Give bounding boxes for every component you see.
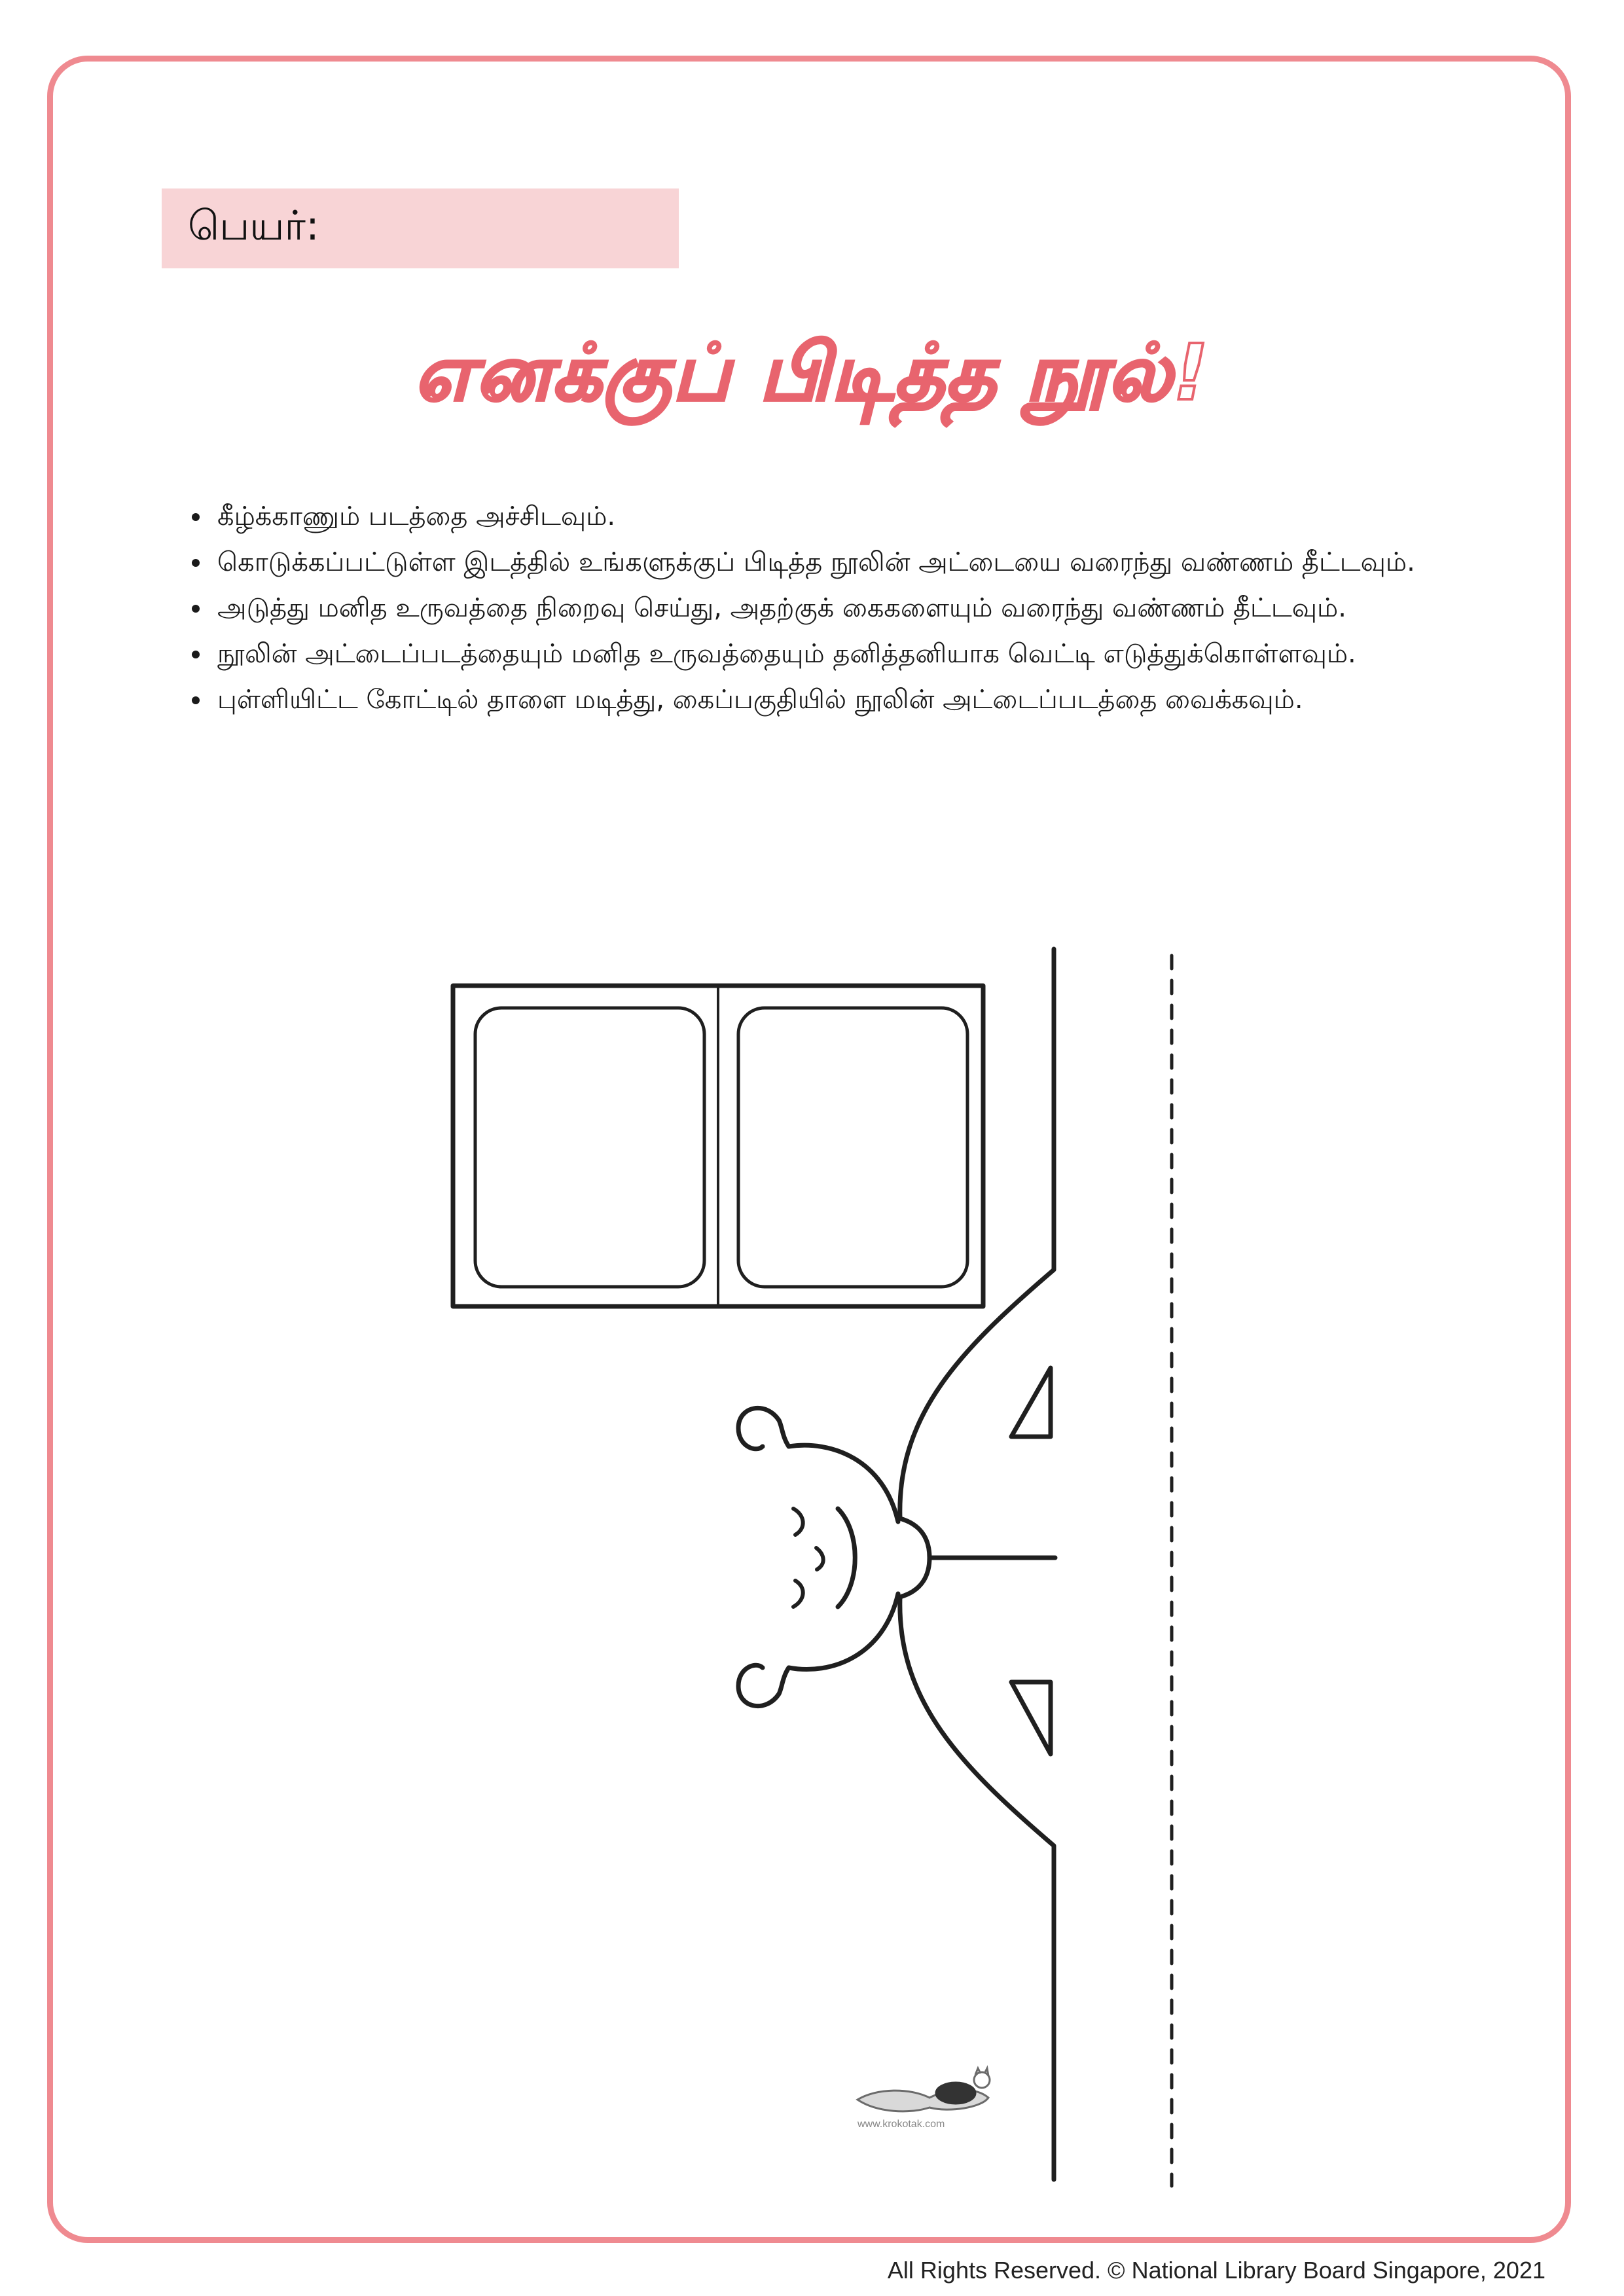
instruction-item: கொடுக்கப்பட்டுள்ள இடத்தில் உங்களுக்குப் … [212, 540, 1495, 584]
page-title: எனக்குப் பிடித்த நூல்! [413, 326, 1210, 419]
head [736, 1406, 901, 1708]
left-hand-triangle [1009, 1365, 1053, 1439]
instruction-item: புள்ளியிட்ட கோட்டில் தாளை மடித்து, கைப்ப… [212, 677, 1495, 722]
neck [897, 1516, 932, 1600]
instruction-item: அடுத்து மனித உருவத்தை நிறைவு செய்து, அதற… [212, 586, 1495, 630]
krokotak-logo: www.krokotak.com [856, 2065, 991, 2130]
name-field[interactable]: பெயர்: [162, 188, 679, 268]
body-outline [897, 946, 1056, 2182]
instructions-list: கீழ்க்காணும் படத்தை அச்சிடவும். கொடுக்கப… [171, 494, 1495, 723]
right-hand-triangle [1009, 1679, 1053, 1757]
instruction-item: கீழ்க்காணும் படத்தை அச்சிடவும். [212, 494, 1495, 539]
logo-url-text: www.krokotak.com [857, 2119, 945, 2130]
craft-template [450, 946, 1174, 2188]
name-label: பெயர்: [188, 202, 319, 249]
book-outline [450, 983, 986, 1309]
instruction-item: நூலின் அட்டைப்படத்தையும் மனித உருவத்தையு… [212, 632, 1495, 676]
copyright-footer: All Rights Reserved. © National Library … [887, 2257, 1545, 2284]
